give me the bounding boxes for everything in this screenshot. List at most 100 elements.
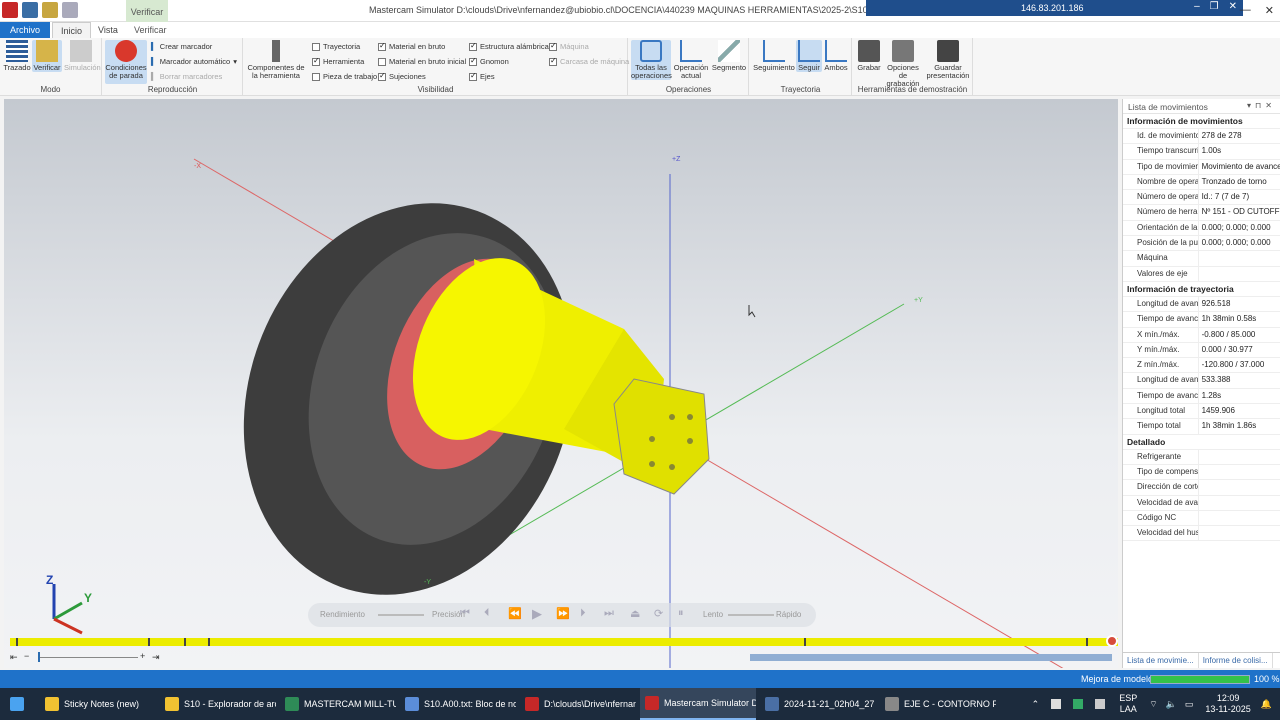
timeline-track[interactable] — [10, 638, 1118, 646]
cb-trayectoria[interactable]: Trayectoria — [312, 42, 360, 51]
pin-icon[interactable]: ⊓ — [1255, 101, 1265, 110]
taskbar-item[interactable]: MASTERCAM MILL-TURN — [280, 688, 396, 720]
layers-icon[interactable] — [22, 2, 38, 18]
timeline-marker[interactable] — [184, 638, 186, 646]
quality-slider[interactable] — [378, 614, 424, 616]
zoom-in-icon[interactable]: + — [140, 651, 145, 661]
property-row[interactable]: Tiempo de avance rápido1.28s — [1123, 388, 1280, 405]
zoom-fit-icon[interactable]: ⇤ — [10, 652, 18, 663]
panel-section-header[interactable]: Información de trayectoria — [1123, 282, 1280, 297]
property-row[interactable]: Z mín./máx. -120.800 / 37.000 — [1123, 358, 1280, 374]
guardar-presentacion-button[interactable]: Guardar presentación — [925, 40, 971, 80]
opciones-grabacion-button[interactable]: Opciones de grabación — [883, 40, 923, 88]
cb-herramienta[interactable]: Herramienta — [312, 56, 364, 66]
pause-marker-icon[interactable]: ⏸ — [678, 607, 684, 620]
tab-verificar[interactable]: Verificar — [126, 22, 175, 38]
timeline-position-handle[interactable] — [1106, 635, 1118, 647]
step-back-icon[interactable]: ⏴ — [484, 607, 490, 620]
property-row[interactable]: X mín./máx. -0.800 / 85.000 — [1123, 327, 1280, 343]
ambos-button[interactable]: Ambos — [822, 40, 850, 72]
close-remote-icon[interactable]: ✕ — [1229, 1, 1237, 12]
property-row[interactable]: Id. de movimiento 278 de 278 — [1123, 129, 1280, 145]
timeline-marker[interactable] — [804, 638, 806, 646]
last-frame-icon[interactable]: ⏭ — [604, 607, 614, 620]
cb-pieza[interactable]: Pieza de trabajo — [312, 72, 377, 81]
timeline-marker[interactable] — [208, 638, 210, 646]
property-row[interactable]: Velocidad de avance — [1123, 495, 1280, 511]
property-row[interactable]: Orientación de la herramienta0.000; 0.00… — [1123, 220, 1280, 237]
tab-lista-movimientos[interactable]: Lista de movimie... — [1123, 653, 1199, 668]
marcador-automatico-button[interactable]: ▍ Marcador automático ▾ — [151, 57, 237, 66]
play-icon[interactable]: ▶ — [532, 606, 542, 622]
componentes-herramienta-button[interactable]: Componentes de la herramienta — [246, 40, 306, 80]
zoom-out-icon[interactable]: − — [24, 651, 29, 661]
tab-inicio[interactable]: Inicio — [52, 22, 92, 38]
timeline-marker[interactable] — [1086, 638, 1088, 646]
notification-bell-icon[interactable]: 🔔 — [1261, 699, 1272, 710]
tool-icon[interactable] — [42, 2, 58, 18]
segmento-button[interactable]: Segmento — [711, 40, 747, 72]
tray-chevron-icon[interactable]: ⌃ — [1032, 699, 1040, 710]
property-row[interactable]: Máquina — [1123, 251, 1280, 267]
taskbar-item[interactable]: EJE C - CONTORNO FRC — [880, 688, 996, 720]
property-row[interactable]: Nombre de operaciónTronzado de torno — [1123, 174, 1280, 191]
property-row[interactable]: Tipo de movimientoMovimiento de avance — [1123, 159, 1280, 175]
property-row[interactable]: Código NC — [1123, 510, 1280, 527]
tab-archivo[interactable]: Archivo — [0, 22, 50, 38]
todas-operaciones-button[interactable]: Todas las operaciones — [631, 40, 672, 80]
trazado-button[interactable]: Trazado — [2, 40, 32, 72]
zoom-max-icon[interactable]: ⇥ — [152, 652, 160, 663]
cb-carcasa[interactable]: Carcasa de máquina — [549, 56, 629, 66]
grabar-button[interactable]: Grabar — [855, 40, 883, 72]
timeline-marker[interactable] — [16, 638, 18, 646]
seguir-button[interactable]: Seguir — [796, 40, 822, 72]
property-row[interactable]: Refrigerante — [1123, 449, 1280, 465]
property-row[interactable]: Y mín./máx. 0.000 / 30.977 — [1123, 342, 1280, 359]
minimize-remote-icon[interactable]: – — [1194, 1, 1200, 12]
property-row[interactable]: Longitud total 1459.906 — [1123, 404, 1280, 420]
property-row[interactable]: Tiempo de avance 1h 38min 0.58s — [1123, 312, 1280, 328]
seguimiento-button[interactable]: Seguimiento — [752, 40, 796, 72]
step-forward-icon[interactable]: ⏵ — [580, 607, 586, 620]
taskbar-item[interactable]: 2024-11-21_02h04_27 - W — [760, 688, 876, 720]
simulacion-button[interactable]: Simulación — [64, 40, 101, 72]
tab-vista[interactable]: Vista — [90, 22, 126, 38]
borrar-marcadores-button[interactable]: ▍ Borrar marcadores — [151, 72, 222, 81]
rewind-icon[interactable]: ⏪ — [508, 607, 522, 620]
property-row[interactable]: Número de herramientaNº 151 - OD CUTOFF — [1123, 205, 1280, 221]
verificar-button[interactable]: Verificar — [32, 40, 62, 72]
taskbar-item[interactable]: Mastercam Simulator D — [640, 688, 756, 720]
cb-mat-bruto-ini[interactable]: Material en bruto inicial — [378, 57, 466, 66]
tray-app2-icon[interactable] — [1073, 699, 1084, 709]
cb-maquina[interactable]: Máquina — [549, 41, 589, 51]
property-row[interactable]: Valores de eje — [1123, 266, 1280, 282]
operacion-actual-button[interactable]: Operación actual — [673, 40, 709, 80]
cb-ejes[interactable]: Ejes — [469, 71, 495, 81]
close-window-icon[interactable]: ✕ — [1265, 4, 1274, 17]
3d-viewport[interactable]: +Z +Y -Y -X Z Y — [4, 99, 1118, 668]
speed-slider[interactable] — [728, 614, 774, 616]
wifi-icon[interactable]: ⌔ — [1149, 699, 1157, 710]
loop-icon[interactable]: ⟳ — [654, 607, 663, 620]
panel-section-header[interactable]: Información de movimientos — [1123, 114, 1280, 129]
property-row[interactable]: Posición de la punta0.000; 0.000; 0.000 — [1123, 236, 1280, 252]
clock[interactable]: 12:09 13-11-2025 — [1205, 693, 1250, 715]
condiciones-parada-button[interactable]: Condiciones de parada — [105, 40, 147, 84]
tray-app-icon[interactable] — [1051, 699, 1062, 709]
taskbar-item[interactable]: Sticky Notes (new) — [40, 688, 156, 720]
dropdown-icon[interactable]: ▾ — [1247, 101, 1255, 110]
tab-informe-colisiones[interactable]: Informe de colisi... — [1199, 653, 1273, 668]
operation-range-bar[interactable] — [750, 654, 1112, 661]
marker-next-icon[interactable]: ⏏ — [630, 607, 640, 620]
property-row[interactable]: Tiempo total 1h 38min 1.86s — [1123, 419, 1280, 435]
taskbar-item[interactable]: S10.A00.txt: Bloc de notas — [400, 688, 516, 720]
first-frame-icon[interactable]: ⏮ — [460, 607, 470, 620]
crear-marcador-button[interactable]: ▍ Crear marcador — [151, 42, 212, 51]
cb-gnomon[interactable]: Gnomon — [469, 56, 509, 66]
battery-icon[interactable]: ▭ — [1185, 699, 1194, 710]
property-row[interactable]: Tiempo transcurrido1.00s — [1123, 144, 1280, 160]
property-row[interactable]: Dirección de corte — [1123, 480, 1280, 496]
property-row[interactable]: Tipo de compensación — [1123, 464, 1280, 481]
volume-icon[interactable]: 🔈 — [1166, 699, 1177, 710]
taskbar-item[interactable]: D:\clouds\Drive\nfernandez — [520, 688, 636, 720]
